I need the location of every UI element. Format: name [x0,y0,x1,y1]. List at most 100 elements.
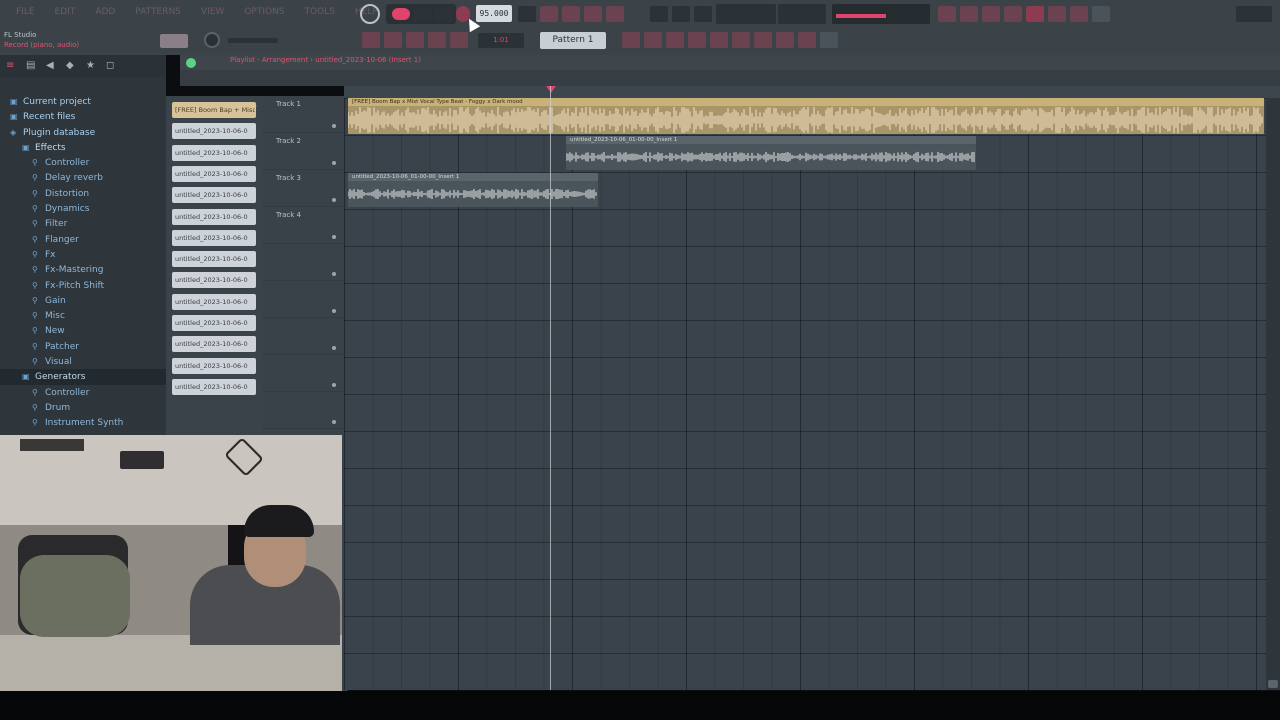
tool-i-button[interactable] [798,32,816,48]
tool-paint-button[interactable] [384,32,402,48]
tool-delete-button[interactable] [406,32,424,48]
clip-source-item[interactable]: untitled_2023-10-06-0 [172,315,256,331]
browser-star-icon[interactable]: ★ [86,60,98,72]
tool-c-button[interactable] [666,32,684,48]
browser-item[interactable]: ▣ Generators [0,369,166,385]
track-mute-dot[interactable] [332,420,336,424]
track-header[interactable] [262,318,348,355]
menu-file[interactable]: FILE [8,2,43,24]
clip-source-item[interactable]: untitled_2023-10-06-0 [172,357,256,374]
master-volume-knob[interactable] [204,32,220,48]
track-header[interactable] [262,392,348,429]
browser-item[interactable]: ⚲ Fx [0,247,166,262]
tempo-display[interactable]: 95.000 [476,5,512,22]
typing-keyboard-button[interactable] [694,6,712,22]
pattern-mode-button[interactable] [672,6,690,22]
track-header[interactable]: Track 3 [262,170,348,207]
tool-draw-button[interactable] [362,32,380,48]
tool-g-button[interactable] [754,32,772,48]
browser-item[interactable]: ⚲ Drum [0,400,166,415]
tool-slip-button[interactable] [450,32,468,48]
tool-e-button[interactable] [710,32,728,48]
vertical-scrollbar-thumb[interactable] [1268,680,1278,688]
browser-item[interactable]: ⚲ Flanger [0,232,166,247]
browser-item[interactable]: ⚲ Misc [0,308,166,323]
menu-add[interactable]: ADD [87,2,123,24]
track-mute-dot[interactable] [332,198,336,202]
browser-item[interactable]: ▣ Current project [0,94,166,109]
clip-source-item[interactable]: untitled_2023-10-06-0 [172,251,256,268]
menu-edit[interactable]: EDIT [47,2,84,24]
browser-folder-icon[interactable]: ◻ [106,60,118,72]
blend-button[interactable] [584,6,602,22]
snap-button[interactable] [518,6,536,22]
clip-source-item[interactable]: untitled_2023-10-06-0 [172,229,256,246]
clip-source-item[interactable]: untitled_2023-10-06-0 [172,272,256,289]
tool-a-button[interactable] [622,32,640,48]
browser-files-tab-icon[interactable]: ▤ [26,60,38,72]
clip-source-item[interactable]: untitled_2023-10-06-0 [172,165,256,182]
track-header[interactable]: Track 2 [262,133,348,170]
browser-item[interactable]: ⚲ Delay reverb [0,170,166,185]
stop-button[interactable] [434,6,452,22]
track-mute-dot[interactable] [332,124,336,128]
track-header[interactable] [262,244,348,281]
track-mute-dot[interactable] [332,235,336,239]
playlist-window-button[interactable] [938,6,956,22]
tool-d-button[interactable] [688,32,706,48]
playlist-snap-knob[interactable] [186,58,196,68]
search-icon[interactable] [360,4,380,24]
track-mute-dot[interactable] [332,309,336,313]
beat-audio-clip[interactable]: [FREE] Boom Bap x Mist Vocal Type Beat -… [348,98,1264,134]
browser-window-button[interactable] [1026,6,1044,22]
track-mute-dot[interactable] [332,272,336,276]
track-header[interactable] [262,355,348,392]
browser-item[interactable]: ⚲ Dynamics [0,201,166,216]
window-controls[interactable] [1236,6,1272,22]
countdown-button[interactable] [606,6,624,22]
record-button[interactable] [392,8,410,20]
track-mute-dot[interactable] [332,346,336,350]
track-header[interactable] [262,281,348,318]
clip-source-item[interactable]: untitled_2023-10-06-0 [172,187,256,204]
play-button[interactable] [414,6,432,22]
vertical-scrollbar[interactable] [1266,98,1280,690]
timeline-ruler[interactable] [344,86,1280,98]
loop-button[interactable] [540,6,558,22]
menu-view[interactable]: VIEW [193,2,232,24]
browser-item[interactable]: ⚲ Gain [0,293,166,308]
browser-item[interactable]: ⚲ Visual [0,354,166,369]
vocal-clip-track3[interactable]: untitled_2023-10-06_01-00-00_Insert 1 [348,173,598,207]
browser-item[interactable]: ◈ Plugin database [0,125,166,140]
browser-plugins-tab-icon[interactable]: ◆ [66,60,78,72]
browser-item[interactable]: ▣ Effects [0,140,166,155]
info-button[interactable] [1092,6,1110,22]
clip-source-item[interactable]: untitled_2023-10-06-0 [172,378,256,395]
add-clip-icon[interactable]: + [249,102,259,112]
touch-controller-button[interactable] [1070,6,1088,22]
browser-item[interactable]: ⚲ Controller [0,155,166,170]
browser-item[interactable]: ⚲ Filter [0,216,166,231]
browser-all-tab-icon[interactable]: ≡ [6,60,18,72]
playhead[interactable] [550,86,551,690]
piano-roll-window-button[interactable] [960,6,978,22]
tool-b-button[interactable] [644,32,662,48]
menu-options[interactable]: OPTIONS [236,2,292,24]
browser-item[interactable]: ⚲ New [0,323,166,338]
browser-item[interactable]: ▣ Recent files [0,109,166,124]
browser-item[interactable]: ⚲ Patcher [0,339,166,354]
plugin-picker-button[interactable] [1048,6,1066,22]
clip-source-item[interactable]: untitled_2023-10-06-0 [172,144,256,161]
pattern-number[interactable]: 1:01 [478,33,524,48]
channel-rack-window-button[interactable] [982,6,1000,22]
master-pitch-slider[interactable] [228,38,278,43]
tool-j-button[interactable] [820,32,838,48]
track-mute-dot[interactable] [332,383,336,387]
tool-mute-button[interactable] [428,32,446,48]
browser-item[interactable]: ⚲ Controller [0,385,166,400]
menu-tools[interactable]: TOOLS [297,2,343,24]
browser-item[interactable]: ⚲ Instrument Synth [0,415,166,430]
track-header[interactable]: Track 4 [262,207,348,244]
tool-f-button[interactable] [732,32,750,48]
track-header[interactable]: Track 1 [262,96,348,133]
